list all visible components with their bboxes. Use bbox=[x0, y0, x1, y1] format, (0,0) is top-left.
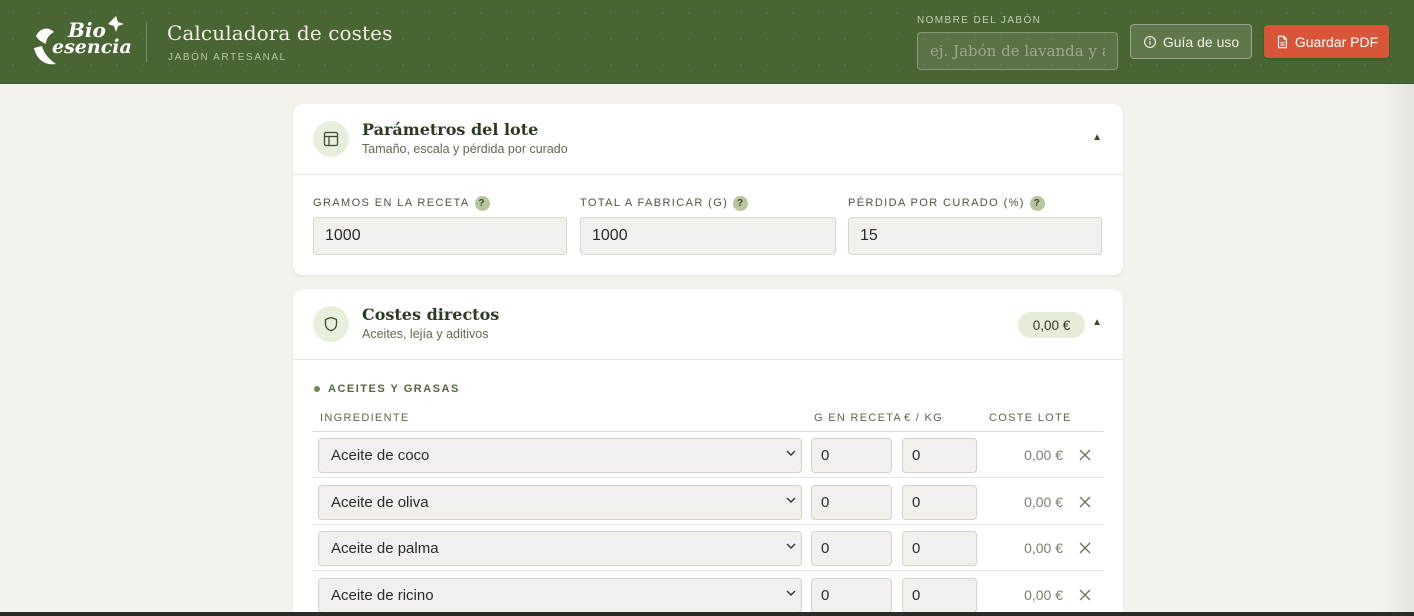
bullet-dot-icon bbox=[314, 386, 320, 392]
app-title: Calculadora de costes bbox=[167, 21, 393, 45]
help-icon[interactable]: ? bbox=[474, 195, 490, 211]
batch-parameters-card: Parámetros del lote Tamaño, escala y pér… bbox=[293, 104, 1123, 275]
bioesencia-logo: Bio esencia bbox=[30, 14, 132, 68]
soap-name-input[interactable] bbox=[917, 32, 1118, 70]
close-icon[interactable] bbox=[1077, 540, 1093, 556]
column-header-price: € / KG bbox=[904, 412, 943, 424]
guide-button[interactable]: Guía de uso bbox=[1130, 24, 1252, 59]
grams-input[interactable] bbox=[811, 485, 892, 520]
soap-name-label: NOMBRE DEL JABÓN bbox=[917, 15, 1042, 26]
param-label: PÉRDIDA POR CURADO (%) bbox=[848, 197, 1025, 209]
save-pdf-button[interactable]: Guardar PDF bbox=[1264, 25, 1389, 58]
price-per-kg-input[interactable] bbox=[902, 485, 977, 520]
ingredient-select[interactable]: Aceite de oliva bbox=[318, 485, 802, 520]
window-bottom-edge bbox=[0, 612, 1414, 616]
row-cost: 0,00 € bbox=[1024, 587, 1063, 603]
table-row: Aceite de coco 0,00 € bbox=[313, 432, 1103, 478]
ingredient-select[interactable]: Aceite de palma bbox=[318, 531, 802, 566]
collapse-caret-icon[interactable]: ▲ bbox=[1092, 132, 1102, 143]
grams-input[interactable] bbox=[811, 578, 892, 613]
help-icon[interactable]: ? bbox=[1029, 195, 1045, 211]
price-per-kg-input[interactable] bbox=[902, 438, 977, 473]
column-header-cost: COSTE LOTE bbox=[989, 412, 1072, 424]
layout-icon bbox=[313, 121, 349, 157]
direct-costs-title: Costes directos bbox=[362, 305, 500, 324]
total-make-input[interactable] bbox=[580, 217, 836, 255]
price-per-kg-input[interactable] bbox=[902, 531, 977, 566]
column-header-ingredient: INGREDIENTE bbox=[320, 412, 410, 424]
param-curing-loss: PÉRDIDA POR CURADO (%) ? bbox=[848, 195, 1102, 255]
shield-icon bbox=[313, 306, 349, 342]
param-recipe-grams: GRAMOS EN LA RECETA ? bbox=[313, 195, 567, 255]
recipe-grams-input[interactable] bbox=[313, 217, 567, 255]
header-divider bbox=[146, 22, 147, 62]
direct-costs-subtitle: Aceites, lejía y aditivos bbox=[362, 327, 489, 341]
table-row: Aceite de ricino 0,00 € bbox=[313, 572, 1103, 616]
info-icon bbox=[1143, 35, 1156, 48]
oils-section-title: ACEITES Y GRASAS bbox=[314, 383, 460, 395]
logo-text-line2: esencia bbox=[52, 36, 132, 58]
app-header: Bio esencia Calculadora de costes JABÓN … bbox=[0, 0, 1414, 84]
app-subtitle: JABÓN ARTESANAL bbox=[168, 52, 287, 63]
close-icon[interactable] bbox=[1077, 494, 1093, 510]
row-cost: 0,00 € bbox=[1024, 540, 1063, 556]
direct-costs-card: Costes directos Aceites, lejía y aditivo… bbox=[293, 289, 1123, 616]
close-icon[interactable] bbox=[1077, 587, 1093, 603]
page-edge-shadow bbox=[1380, 84, 1414, 616]
table-row: Aceite de oliva 0,00 € bbox=[313, 479, 1103, 525]
close-icon[interactable] bbox=[1077, 447, 1093, 463]
row-cost: 0,00 € bbox=[1024, 447, 1063, 463]
param-label: TOTAL A FABRICAR (G) bbox=[580, 197, 729, 209]
param-total-make: TOTAL A FABRICAR (G) ? bbox=[580, 195, 836, 255]
batch-card-title: Parámetros del lote bbox=[362, 120, 539, 139]
collapse-caret-icon[interactable]: ▲ bbox=[1092, 317, 1102, 328]
batch-card-subtitle: Tamaño, escala y pérdida por curado bbox=[362, 142, 568, 156]
save-pdf-button-label: Guardar PDF bbox=[1294, 33, 1379, 50]
oils-section-label: ACEITES Y GRASAS bbox=[328, 383, 460, 395]
help-icon[interactable]: ? bbox=[733, 195, 749, 211]
grams-input[interactable] bbox=[811, 438, 892, 473]
direct-costs-header[interactable]: Costes directos Aceites, lejía y aditivo… bbox=[293, 289, 1123, 360]
ingredient-select[interactable]: Aceite de ricino bbox=[318, 578, 802, 613]
direct-costs-total-badge: 0,00 € bbox=[1018, 312, 1085, 338]
document-icon bbox=[1277, 35, 1287, 48]
row-cost: 0,00 € bbox=[1024, 494, 1063, 510]
param-label: GRAMOS EN LA RECETA bbox=[313, 197, 470, 209]
batch-card-header[interactable]: Parámetros del lote Tamaño, escala y pér… bbox=[293, 104, 1123, 175]
grams-input[interactable] bbox=[811, 531, 892, 566]
curing-loss-input[interactable] bbox=[848, 217, 1102, 255]
table-row: Aceite de palma 0,00 € bbox=[313, 525, 1103, 571]
column-header-grams: G EN RECETA bbox=[814, 412, 903, 424]
ingredient-select[interactable]: Aceite de coco bbox=[318, 438, 802, 473]
guide-button-label: Guía de uso bbox=[1162, 33, 1240, 50]
price-per-kg-input[interactable] bbox=[902, 578, 977, 613]
